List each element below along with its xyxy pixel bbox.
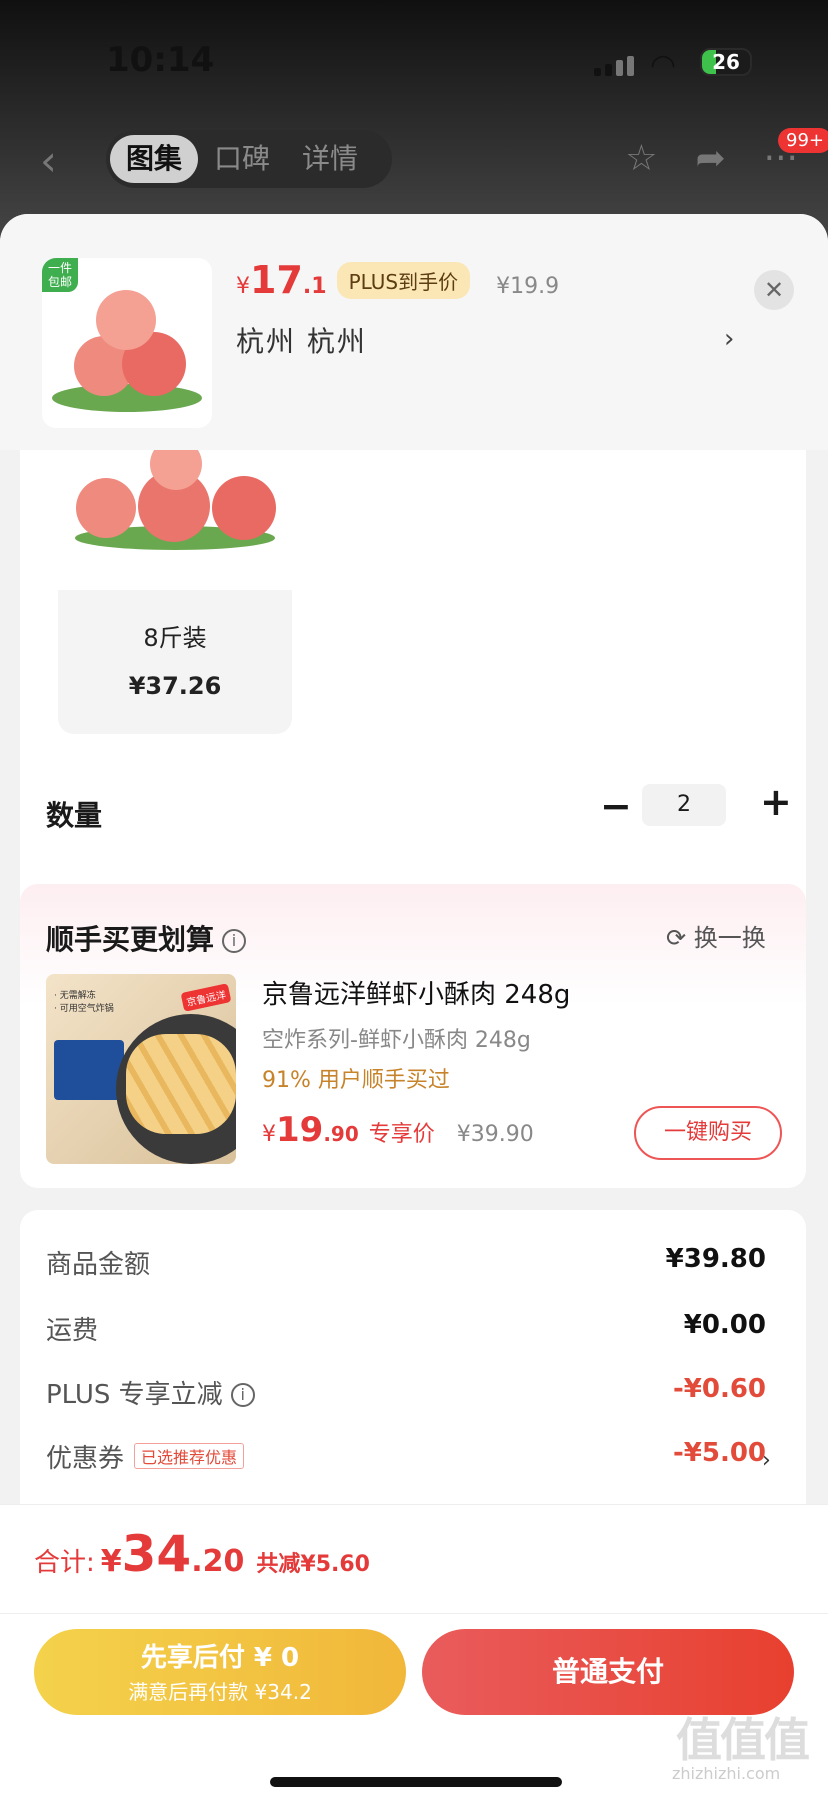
share-icon[interactable]: ➦ bbox=[695, 138, 725, 179]
star-icon[interactable]: ☆ bbox=[625, 138, 657, 179]
quantity-input[interactable]: 2 bbox=[642, 784, 726, 826]
addon-title-text: 顺手买更划算 bbox=[46, 923, 215, 956]
battery-icon: 26 bbox=[700, 48, 752, 76]
addon-price-decimal: .90 bbox=[323, 1122, 359, 1146]
total-saved: 共减¥5.60 bbox=[256, 1552, 370, 1577]
addon-product-image[interactable]: · 无需解冻 · 可用空气炸锅 京鲁远洋 bbox=[46, 974, 236, 1164]
total-label: 合计: bbox=[34, 1548, 95, 1578]
price-integer: 17 bbox=[250, 258, 303, 302]
normal-pay-button[interactable]: 普通支付 bbox=[422, 1629, 794, 1715]
quantity-decrease-button[interactable]: − bbox=[600, 784, 632, 828]
pay-later-title: 先享后付 ¥ 0 bbox=[140, 1643, 300, 1673]
addon-original-price: ¥39.90 bbox=[456, 1122, 534, 1147]
summary-row-plus-discount: PLUS 专享立减 i -¥0.60 bbox=[46, 1374, 766, 1414]
watermark-url: zhizhizhi.com bbox=[672, 1764, 781, 1783]
summary-label: 商品金额 bbox=[46, 1250, 151, 1280]
product-nav-bar: ‹ 图集 口碑 详情 ☆ ➦ ··· bbox=[0, 128, 828, 188]
summary-row-subtotal: 商品金额 ¥39.80 bbox=[46, 1244, 766, 1284]
one-click-buy-button[interactable]: 一键购买 bbox=[634, 1106, 782, 1160]
status-time: 10:14 bbox=[106, 40, 215, 80]
refresh-icon: ⟳ bbox=[666, 924, 687, 952]
addon-price: ¥ 19 .90 专享价 ¥39.90 bbox=[262, 1110, 534, 1150]
chevron-right-icon[interactable]: › bbox=[762, 1448, 771, 1473]
spec-price: ¥37.26 bbox=[128, 672, 222, 700]
pay-later-subtitle: 满意后再付款 ¥34.2 bbox=[128, 1680, 312, 1704]
plus-price-tag: PLUS到手价 bbox=[336, 261, 471, 299]
delivery-address[interactable]: 杭州 杭州 bbox=[236, 320, 367, 360]
home-indicator bbox=[270, 1777, 562, 1787]
summary-label: PLUS 专享立减 i bbox=[46, 1374, 255, 1411]
free-shipping-tag: 一件 包邮 bbox=[42, 258, 79, 292]
status-bar: 10:14 ◠ 26 bbox=[0, 0, 828, 110]
addon-purchase-rate: 91% 用户顺手买过 bbox=[262, 1068, 450, 1093]
total-currency: ¥ bbox=[100, 1544, 122, 1579]
addon-image-food bbox=[126, 1034, 236, 1134]
summary-label: 运费 bbox=[46, 1316, 99, 1346]
summary-row-shipping: 运费 ¥0.00 bbox=[46, 1310, 766, 1350]
cellular-signal-icon bbox=[594, 56, 634, 76]
tab-details[interactable]: 详情 bbox=[286, 135, 374, 183]
wifi-icon: ◠ bbox=[650, 48, 677, 83]
back-icon[interactable]: ‹ bbox=[40, 136, 57, 185]
tab-reviews[interactable]: 口碑 bbox=[198, 135, 286, 183]
product-thumbnail: 一件 包邮 bbox=[42, 258, 212, 428]
battery-level: 26 bbox=[712, 50, 740, 74]
nav-tabs: 图集 口碑 详情 bbox=[106, 130, 392, 188]
addon-price-integer: 19 bbox=[276, 1110, 324, 1150]
pay-later-button[interactable]: 先享后付 ¥ 0 满意后再付款 ¥34.2 bbox=[34, 1629, 406, 1715]
summary-label-text: PLUS 专享立减 bbox=[46, 1380, 223, 1410]
spec-option[interactable]: 8斤装 ¥37.26 bbox=[58, 450, 292, 734]
summary-label-text: 优惠券 bbox=[46, 1444, 125, 1474]
swap-label: 换一换 bbox=[693, 924, 766, 952]
spec-name: 8斤装 bbox=[143, 624, 207, 652]
close-icon[interactable]: ✕ bbox=[754, 270, 794, 310]
message-badge: 99+ bbox=[778, 128, 828, 153]
addon-image-panel bbox=[54, 1040, 124, 1100]
addon-subtitle: 空炸系列-鲜虾小酥肉 248g bbox=[262, 1028, 531, 1053]
summary-label: 优惠券 已选推荐优惠 bbox=[46, 1438, 245, 1475]
divider bbox=[0, 1613, 828, 1614]
tab-gallery[interactable]: 图集 bbox=[110, 135, 199, 183]
addon-brand-logo: 京鲁远洋 bbox=[180, 983, 232, 1012]
price-line: ¥ 17 .1 PLUS到手价 ¥19.9 bbox=[236, 258, 559, 302]
total-decimal: .20 bbox=[191, 1544, 245, 1579]
original-price: ¥19.9 bbox=[496, 274, 560, 299]
price-currency: ¥ bbox=[236, 274, 250, 299]
addon-price-label: 专享价 bbox=[368, 1122, 435, 1147]
addon-image-note: · 无需解冻 · 可用空气炸锅 bbox=[54, 991, 114, 1014]
summary-value: -¥0.60 bbox=[672, 1374, 766, 1404]
addon-price-currency: ¥ bbox=[262, 1122, 276, 1147]
price-decimal: .1 bbox=[302, 274, 327, 299]
summary-value: -¥5.00 bbox=[672, 1438, 766, 1468]
total-integer: 34 bbox=[121, 1525, 192, 1583]
summary-value: ¥39.80 bbox=[665, 1244, 766, 1274]
chevron-right-icon[interactable]: › bbox=[724, 324, 734, 354]
sheet-header: 一件 包邮 ¥ 17 .1 PLUS到手价 ¥19.9 杭州 杭州 › ✕ bbox=[0, 214, 828, 450]
nav-actions: ☆ ➦ ··· bbox=[625, 138, 798, 179]
addon-name[interactable]: 京鲁远洋鲜虾小酥肉 248g bbox=[262, 974, 570, 1011]
swap-button[interactable]: ⟳ 换一换 bbox=[666, 918, 766, 953]
quantity-label: 数量 bbox=[46, 799, 103, 832]
summary-row-coupon[interactable]: 优惠券 已选推荐优惠 -¥5.00 bbox=[46, 1438, 766, 1478]
quantity-increase-button[interactable]: + bbox=[760, 780, 792, 824]
addon-recommendation-card: 顺手买更划算 i ⟳ 换一换 · 无需解冻 · 可用空气炸锅 京鲁远洋 京鲁远洋鲜… bbox=[20, 884, 806, 1188]
watermark-logo: 值值值 bbox=[676, 1713, 810, 1767]
coupon-tag: 已选推荐优惠 bbox=[134, 1443, 245, 1469]
addon-title: 顺手买更划算 i bbox=[46, 918, 247, 958]
price-summary-card: 商品金额 ¥39.80 运费 ¥0.00 PLUS 专享立减 i -¥0.60 优… bbox=[20, 1210, 806, 1510]
info-icon[interactable]: i bbox=[230, 1383, 255, 1407]
spec-image bbox=[58, 450, 292, 590]
info-icon[interactable]: i bbox=[222, 929, 247, 953]
total-price: 合计: ¥ 34 .20 共减¥5.60 bbox=[34, 1525, 370, 1583]
summary-value: ¥0.00 bbox=[683, 1310, 766, 1340]
